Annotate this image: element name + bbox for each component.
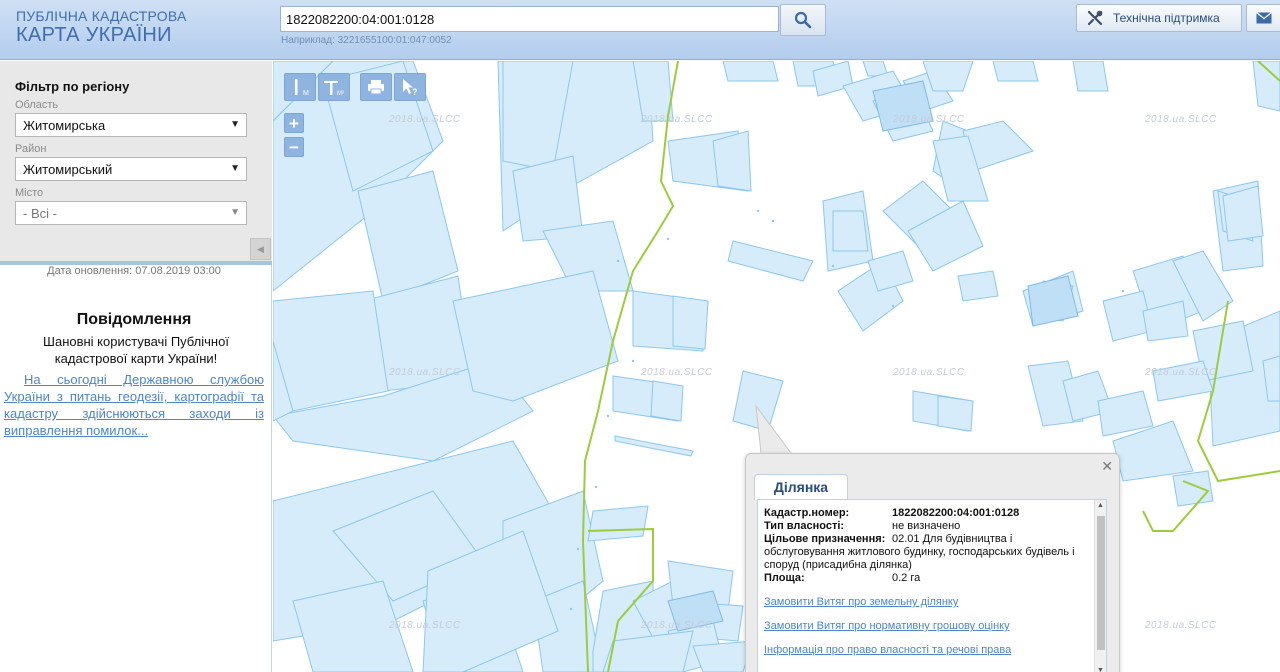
left-panel: Фільтр по регіону Область Житомирська ▼ … [0, 61, 272, 672]
watermark: 2018.ua.SLCC [1145, 367, 1217, 378]
cadastre-label: Кадастр.номер: [764, 507, 850, 519]
envelope-icon [1256, 12, 1272, 24]
purpose-row: Цільове призначення: 02.01 Для будівницт… [764, 533, 1094, 546]
cadastre-row: Кадастр.номер: 1822082200:04:001:0128 [764, 507, 1094, 520]
print-button[interactable] [360, 73, 392, 101]
ownership-value: не визначено [892, 520, 961, 532]
update-date: Дата оновлення: 07.08.2019 03:00 [47, 265, 221, 277]
cadastre-search-input[interactable] [280, 6, 779, 32]
svg-text:?: ? [412, 87, 418, 97]
parcel-popup: ✕ Ділянка Кадастр.номер: 1822082200:04:0… [745, 453, 1120, 672]
purpose-label: Цільове призначення: [764, 533, 886, 545]
site-logo[interactable]: ПУБЛІЧНА КАДАСТРОВА КАРТА УКРАЇНИ [16, 8, 187, 46]
measure-distance-button[interactable]: M [284, 73, 316, 101]
city-label: Місто [15, 187, 44, 199]
measure-area-button[interactable]: M² [318, 73, 350, 101]
watermark: 2018.ua.SLCC [389, 114, 461, 125]
collapse-panel-button[interactable]: ◀ [250, 238, 271, 260]
mail-button[interactable] [1246, 4, 1280, 32]
watermark: 2018.ua.SLCC [893, 367, 965, 378]
area-label: Площа: [764, 572, 805, 584]
svg-text:M: M [303, 90, 309, 97]
watermark: 2018.ua.SLCC [1145, 620, 1217, 631]
search-icon [794, 11, 812, 29]
support-label: Технічна підтримка [1113, 11, 1220, 25]
header-bar: ПУБЛІЧНА КАДАСТРОВА КАРТА УКРАЇНИ Наприк… [0, 0, 1280, 60]
rayon-label: Район [15, 143, 47, 155]
notice-title: Повідомлення [76, 311, 192, 328]
oblast-select[interactable]: Житомирська ▼ [15, 113, 247, 137]
map-canvas[interactable]: 2018.ua.SLCC 2018.ua.SLCC 2018.ua.SLCC 2… [273, 61, 1280, 672]
rayon-select[interactable]: Житомирський ▼ [15, 157, 247, 181]
identify-button[interactable]: ? [394, 73, 426, 101]
area-row: Площа: 0.2 га [764, 572, 1094, 585]
search-button[interactable] [780, 4, 826, 36]
info-cursor-icon: ? [403, 79, 418, 97]
area-ruler-icon: M² [324, 81, 344, 97]
zoom-out-button[interactable]: − [284, 137, 304, 157]
scroll-thumb[interactable] [1097, 516, 1105, 650]
support-button[interactable]: Технічна підтримка [1076, 4, 1242, 32]
logo-line-1: ПУБЛІЧНА КАДАСТРОВА [16, 8, 187, 24]
purpose-continuation: обслуговування житлового будинку, господ… [764, 546, 1075, 571]
scroll-up-icon[interactable]: ▲ [1097, 502, 1104, 509]
ownership-info-link[interactable]: Інформація про право власності та речові… [764, 644, 1011, 656]
zoom-in-button[interactable]: + [284, 113, 304, 133]
dropdown-arrow-icon: ▼ [230, 163, 240, 174]
watermark: 2018.ua.SLCC [641, 367, 713, 378]
svg-text:M²: M² [337, 91, 344, 97]
oblast-label: Область [15, 99, 59, 111]
tab-parcel[interactable]: Ділянка [754, 474, 848, 500]
notice-link[interactable]: На сьогодні Державною службою України з … [4, 371, 264, 439]
oblast-value: Житомирська [23, 118, 106, 133]
watermark: 2018.ua.SLCC [1145, 114, 1217, 125]
watermark: 2018.ua.SLCC [641, 620, 713, 631]
dropdown-arrow-icon: ▼ [230, 207, 240, 218]
tools-icon [1087, 10, 1103, 26]
notice-text: Шановні користувачі Публічної кадастрово… [43, 334, 229, 366]
popup-pointer [755, 404, 792, 454]
close-icon[interactable]: ✕ [1101, 458, 1113, 475]
ruler-icon: M [295, 79, 309, 97]
city-select[interactable]: - Всі - ▼ [15, 201, 247, 225]
region-filter: Фільтр по регіону Область Житомирська ▼ … [0, 61, 272, 261]
area-value: 0.2 га [892, 572, 921, 584]
rayon-value: Житомирський [23, 162, 113, 177]
watermark: 2018.ua.SLCC [389, 367, 461, 378]
popup-scrollbar[interactable]: ▲ ▼ [1094, 500, 1106, 672]
dropdown-arrow-icon: ▼ [230, 119, 240, 130]
cadastre-value: 1822082200:04:001:0128 [892, 507, 1020, 519]
ownership-label: Тип власності: [764, 520, 845, 532]
watermark: 2018.ua.SLCC [389, 620, 461, 631]
city-value: - Всі - [23, 206, 57, 221]
watermark: 2018.ua.SLCC [641, 114, 713, 125]
ownership-row: Тип власності: не визначено [764, 520, 1094, 533]
search-example: Наприклад: 3221655100:01:047:0052 [281, 35, 452, 46]
watermark: 2018.ua.SLCC [893, 114, 965, 125]
logo-line-2: КАРТА УКРАЇНИ [16, 24, 172, 46]
filter-title: Фільтр по регіону [15, 79, 130, 94]
order-extract-link[interactable]: Замовити Витяг про земельну ділянку [764, 596, 958, 608]
order-valuation-link[interactable]: Замовити Витяг про нормативну грошову оц… [764, 620, 1010, 632]
print-icon [368, 80, 384, 95]
parcel-info: Кадастр.номер: 1822082200:04:001:0128 Ти… [757, 499, 1107, 672]
scroll-down-icon[interactable]: ▼ [1097, 667, 1104, 672]
purpose-value: 02.01 Для будівництва і [892, 533, 1013, 545]
